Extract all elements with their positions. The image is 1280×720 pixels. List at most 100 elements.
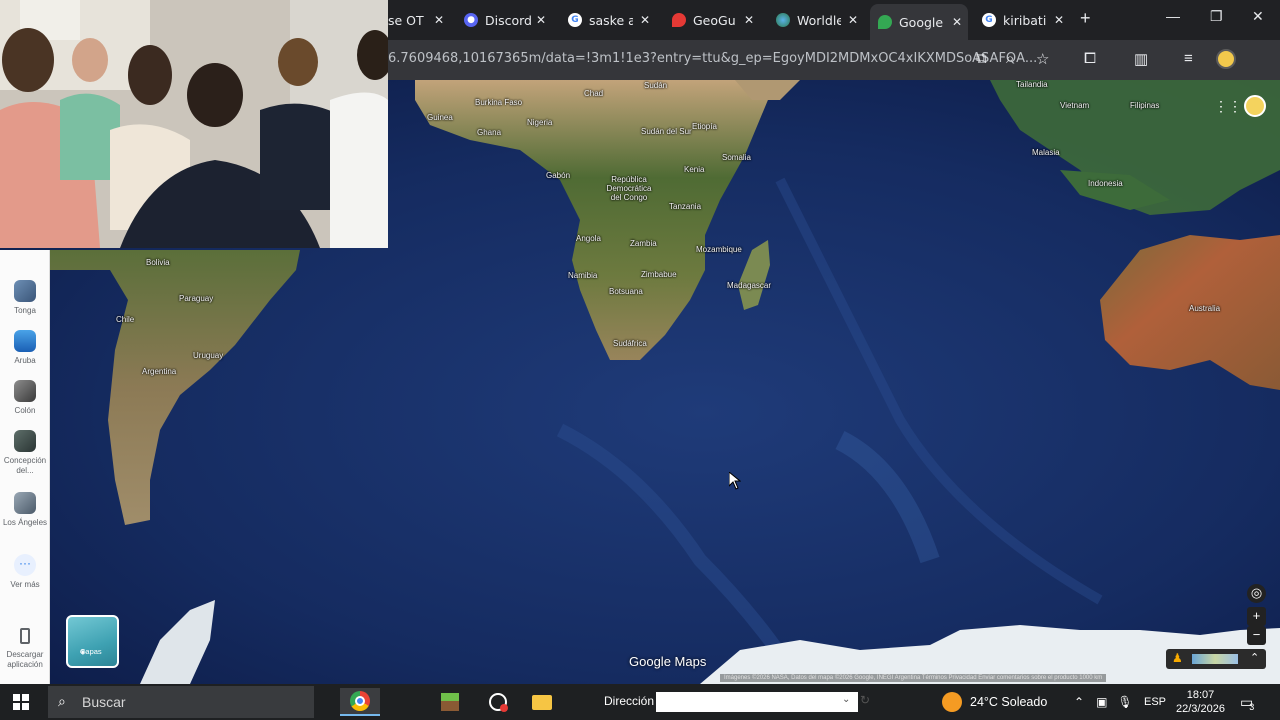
map-place-label[interactable]: Zambia: [630, 239, 657, 248]
network-icon[interactable]: ▣: [1096, 695, 1107, 709]
install-app-icon[interactable]: ⧉: [976, 50, 987, 67]
recent-place-concepcion[interactable]: Concepción del...: [0, 430, 50, 476]
google-maps-logo: Google Maps: [629, 654, 707, 669]
map-thumbnails[interactable]: [1192, 654, 1238, 664]
map-place-label[interactable]: Paraguay: [179, 294, 213, 303]
see-more-button[interactable]: ··· Ver más: [0, 554, 50, 590]
map-place-label[interactable]: Burkina Faso: [475, 98, 522, 107]
map-place-label[interactable]: Chad: [584, 89, 603, 98]
download-app-label: Descargar aplicación: [6, 650, 44, 669]
new-tab-button[interactable]: +: [1080, 8, 1091, 29]
expand-icon[interactable]: ⌃: [1250, 651, 1259, 664]
map-place-label[interactable]: Sudán: [644, 81, 667, 90]
close-window-icon[interactable]: ✕: [1252, 8, 1264, 25]
pegman-icon[interactable]: ♟: [1172, 651, 1183, 665]
taskbar-chrome[interactable]: [340, 688, 380, 716]
tab-google-maps[interactable]: Google ✕: [870, 4, 968, 40]
taskbar-minecraft[interactable]: [430, 688, 470, 716]
microphone-icon[interactable]: 🎙: [1117, 695, 1132, 709]
place-label: Los Ángeles: [2, 518, 48, 527]
url-field[interactable]: 6.7609468,10167365m/data=!3m1!1e3?entry=…: [388, 51, 1037, 66]
map-place-label[interactable]: Indonesia: [1088, 179, 1123, 188]
chevron-up-icon[interactable]: ⌃: [1074, 695, 1084, 709]
map-place-label[interactable]: Nigeria: [527, 118, 552, 127]
map-place-label[interactable]: Sudáfrica: [613, 339, 647, 348]
chevron-down-icon[interactable]: ⌄: [842, 694, 850, 705]
recent-place-tonga[interactable]: Tonga: [0, 280, 50, 316]
close-icon[interactable]: ✕: [536, 13, 546, 27]
phone-icon: [20, 628, 30, 644]
map-place-label[interactable]: Madagascar: [727, 281, 771, 290]
close-icon[interactable]: ✕: [744, 13, 754, 27]
language-indicator[interactable]: ESP: [1144, 684, 1166, 720]
tab-se-ot[interactable]: se OT ✕: [380, 6, 450, 34]
download-app-button[interactable]: Descargar aplicación: [0, 628, 50, 670]
google-apps-icon[interactable]: ⋮⋮: [1214, 98, 1242, 115]
close-icon[interactable]: ✕: [434, 13, 444, 27]
map-place-label[interactable]: Guinea: [427, 113, 453, 122]
windows-start-icon[interactable]: [13, 694, 29, 710]
map-place-label[interactable]: Chile: [116, 315, 134, 324]
address-toolbar-input[interactable]: [656, 692, 858, 712]
zoom-icon[interactable]: ⌕: [1006, 50, 1014, 67]
map-place-label[interactable]: Malasia: [1032, 148, 1060, 157]
recent-place-los-angeles[interactable]: Los Ángeles: [0, 492, 50, 528]
webcam-image: [0, 0, 388, 248]
tab-discord[interactable]: ● Discord ✕: [456, 6, 552, 34]
my-location-icon[interactable]: ◎: [1247, 584, 1266, 603]
recent-place-colon[interactable]: Colón: [0, 380, 50, 416]
map-place-label[interactable]: Gabón: [546, 171, 570, 180]
tab-worldle[interactable]: Worldle ✕: [768, 6, 864, 34]
reading-mode-icon[interactable]: ▥: [1134, 50, 1148, 68]
zoom-out-button[interactable]: −: [1247, 626, 1266, 645]
recent-place-aruba[interactable]: Aruba: [0, 330, 50, 366]
tab-saske[interactable]: G saske a ✕: [560, 6, 656, 34]
notifications-button[interactable]: ▭ 3: [1240, 684, 1254, 720]
map-place-label[interactable]: Tailandia: [1016, 80, 1048, 89]
bookmark-star-icon[interactable]: ☆: [1036, 50, 1049, 68]
map-place-label[interactable]: Australia: [1189, 304, 1220, 313]
map-place-label[interactable]: Etiopía: [692, 122, 717, 131]
extensions-icon[interactable]: ⧠: [1084, 50, 1096, 67]
map-place-label[interactable]: Sudán del Sur: [641, 127, 692, 136]
tab-geoguessr[interactable]: GeoGu ✕: [664, 6, 760, 34]
map-place-label[interactable]: Argentina: [142, 367, 176, 376]
close-icon[interactable]: ✕: [1054, 13, 1064, 27]
taskbar-app-3[interactable]: [478, 688, 518, 716]
clock-date: 22/3/2026: [1176, 703, 1225, 715]
minecraft-icon: [441, 693, 459, 711]
map-place-label[interactable]: Mozambique: [696, 245, 742, 254]
map-place-label[interactable]: Angola: [576, 234, 601, 243]
map-place-label[interactable]: Somalia: [722, 153, 751, 162]
map-place-label[interactable]: Kenia: [684, 165, 704, 174]
profile-avatar[interactable]: [1216, 49, 1236, 69]
map-place-label[interactable]: Uruguay: [193, 351, 223, 360]
maximize-icon[interactable]: ❐: [1210, 8, 1223, 25]
weather-widget[interactable]: 24°C Soleado: [942, 684, 1047, 720]
layers-button[interactable]: ◈ Capas: [66, 615, 119, 668]
refresh-icon[interactable]: ↻: [860, 693, 870, 707]
account-avatar[interactable]: [1244, 95, 1266, 117]
map-place-label[interactable]: Tanzania: [669, 202, 701, 211]
minimize-icon[interactable]: —: [1166, 8, 1180, 24]
map-place-label[interactable]: República Democrática del Congo: [603, 175, 655, 202]
map-place-label[interactable]: Zimbabue: [641, 270, 677, 279]
close-icon[interactable]: ✕: [952, 15, 962, 29]
clock[interactable]: 18:07 22/3/2026: [1176, 684, 1225, 720]
more-dots-icon: ···: [14, 554, 36, 576]
media-control-icon[interactable]: ≡: [1184, 50, 1193, 67]
zoom-in-button[interactable]: +: [1247, 607, 1266, 626]
map-place-label[interactable]: Namibia: [568, 271, 597, 280]
map-place-label[interactable]: Ghana: [477, 128, 501, 137]
place-thumbnail: [14, 492, 36, 514]
map-place-label[interactable]: Vietnam: [1060, 101, 1089, 110]
close-icon[interactable]: ✕: [640, 13, 650, 27]
close-icon[interactable]: ✕: [848, 13, 858, 27]
map-place-label[interactable]: Bolivia: [146, 258, 170, 267]
place-thumbnail: [14, 380, 36, 402]
map-place-label[interactable]: Botsuana: [609, 287, 643, 296]
taskbar-file-explorer[interactable]: [522, 688, 562, 716]
tab-kiribati[interactable]: G kiribati ✕: [974, 6, 1070, 34]
taskbar-search-box[interactable]: ⌕ Buscar: [48, 686, 314, 718]
map-place-label[interactable]: Filipinas: [1130, 101, 1159, 110]
